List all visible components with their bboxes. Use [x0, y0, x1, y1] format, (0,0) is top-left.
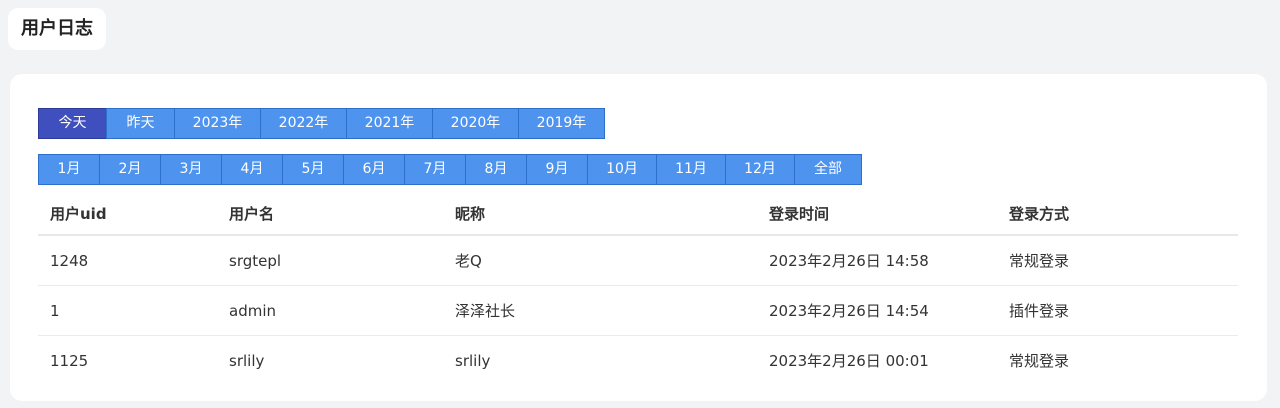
filter-all-months-button[interactable]: 全部 [794, 154, 862, 185]
cell-username: srgtepl [217, 235, 443, 286]
table-header-row: 用户uid 用户名 昵称 登录时间 登录方式 [38, 192, 1238, 236]
filter-month-2-button[interactable]: 2月 [99, 154, 161, 185]
cell-login-time: 2023年2月26日 14:58 [757, 235, 997, 286]
filter-month-3-button[interactable]: 3月 [160, 154, 222, 185]
filter-month-1-button[interactable]: 1月 [38, 154, 100, 185]
filter-month-12-button[interactable]: 12月 [725, 154, 795, 185]
cell-username: admin [217, 285, 443, 336]
filter-today-button[interactable]: 今天 [38, 108, 107, 139]
cell-nickname: 泽泽社长 [443, 285, 757, 336]
page-title: 用户日志 [8, 8, 106, 50]
cell-nickname: 老Q [443, 235, 757, 286]
date-filter-group: 今天 昨天 2023年 2022年 2021年 2020年 2019年 [38, 108, 605, 139]
cell-login-time: 2023年2月26日 14:54 [757, 285, 997, 336]
filter-year-2022-button[interactable]: 2022年 [260, 108, 347, 139]
cell-login-method: 插件登录 [997, 285, 1238, 336]
filter-year-2020-button[interactable]: 2020年 [432, 108, 519, 139]
column-header-login-method: 登录方式 [997, 192, 1238, 236]
table-row: 1 admin 泽泽社长 2023年2月26日 14:54 插件登录 [38, 285, 1238, 336]
cell-login-method: 常规登录 [997, 235, 1238, 286]
cell-uid: 1125 [50, 351, 89, 370]
filter-yesterday-button[interactable]: 昨天 [106, 108, 175, 139]
cell-username: srlily [229, 351, 265, 370]
filter-month-5-button[interactable]: 5月 [282, 154, 344, 185]
column-header-uid: 用户uid [38, 192, 217, 236]
filter-year-2023-button[interactable]: 2023年 [174, 108, 261, 139]
cell-login-method: 常规登录 [1009, 352, 1070, 370]
cell-uid: 1248 [38, 235, 217, 286]
log-card: 今天 昨天 2023年 2022年 2021年 2020年 2019年 1月 2… [10, 74, 1267, 401]
filter-month-4-button[interactable]: 4月 [221, 154, 283, 185]
filter-year-2021-button[interactable]: 2021年 [346, 108, 433, 139]
cell-login-time: 2023年2月26日 00:01 [769, 352, 929, 370]
table-row: 1248 srgtepl 老Q 2023年2月26日 14:58 常规登录 [38, 235, 1238, 286]
filter-year-2019-button[interactable]: 2019年 [518, 108, 605, 139]
cell-nickname: srlily [455, 351, 491, 370]
filter-month-10-button[interactable]: 10月 [587, 154, 657, 185]
user-log-table: 用户uid 用户名 昵称 登录时间 登录方式 1248 srgtepl 老Q 2… [38, 192, 1238, 385]
column-header-nickname: 昵称 [443, 192, 757, 236]
filter-month-11-button[interactable]: 11月 [656, 154, 726, 185]
filter-month-8-button[interactable]: 8月 [465, 154, 527, 185]
filter-month-6-button[interactable]: 6月 [343, 154, 405, 185]
column-header-login-time: 登录时间 [757, 192, 997, 236]
filter-month-9-button[interactable]: 9月 [526, 154, 588, 185]
filter-month-7-button[interactable]: 7月 [404, 154, 466, 185]
cell-uid: 1 [38, 285, 217, 336]
month-filter-group: 1月 2月 3月 4月 5月 6月 7月 8月 9月 10月 11月 12月 全… [38, 154, 862, 185]
column-header-username: 用户名 [217, 192, 443, 236]
table-row: 1125 srlily srlily 2023年2月26日 00:01 常规登录 [38, 336, 1238, 386]
